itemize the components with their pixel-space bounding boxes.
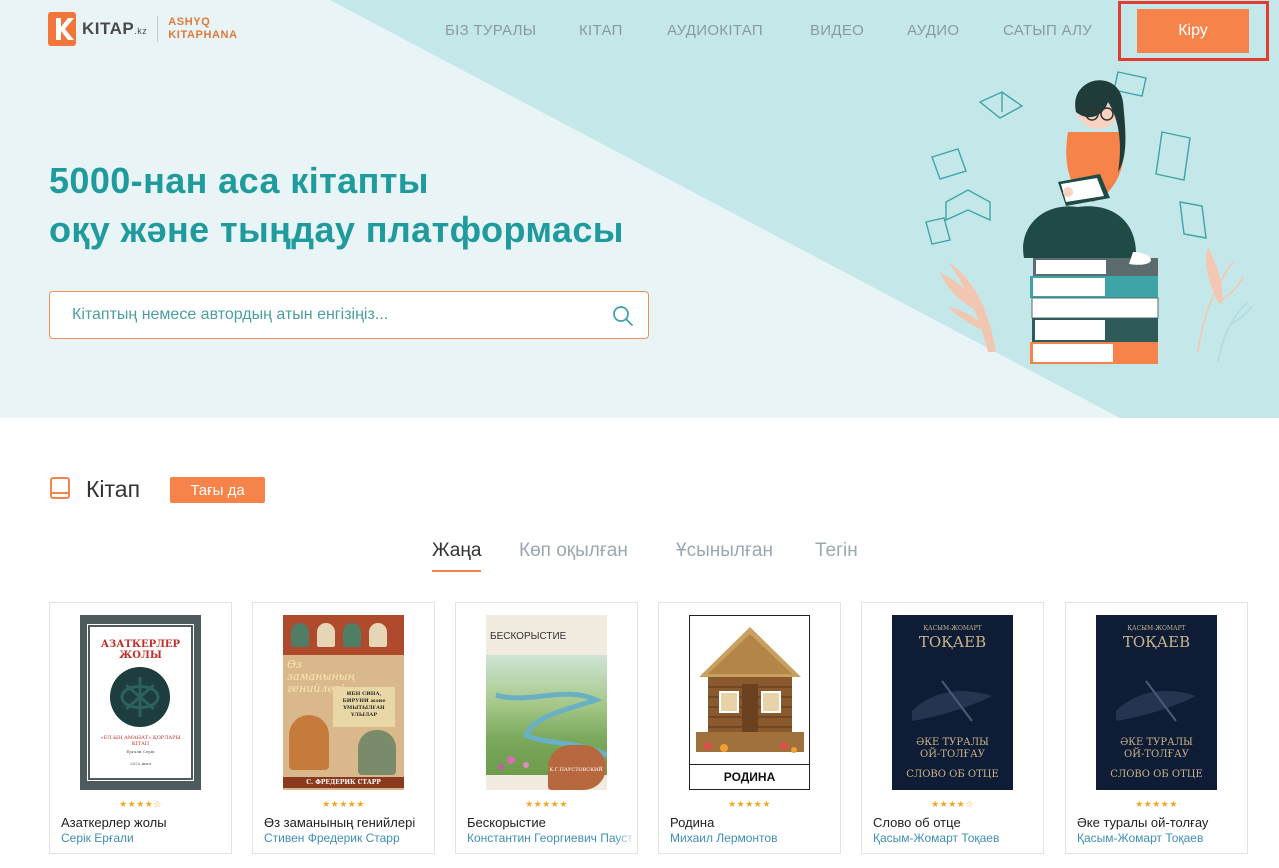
tab-free[interactable]: Тегін xyxy=(815,540,858,570)
nav-books[interactable]: КІТАП xyxy=(579,22,623,39)
tab-most-read[interactable]: Көп оқылған xyxy=(519,540,628,570)
girl-reading-illustration xyxy=(925,71,1253,364)
book-author[interactable]: Қасым-Жомарт Тоқаев xyxy=(873,831,1039,845)
book-author[interactable]: Михаил Лермонтов xyxy=(670,831,836,845)
search-bar xyxy=(49,291,649,339)
rating-stars: ★★★★★ xyxy=(322,799,365,809)
book-author[interactable]: Константин Георгиевич Паустовский xyxy=(467,831,633,845)
book-card[interactable]: Өз заманының генийлері ИБН СИНА, БИРУНИ … xyxy=(252,602,435,854)
search-input[interactable] xyxy=(72,292,602,338)
book-author[interactable]: Серік Ерғали xyxy=(61,831,227,845)
book-card[interactable]: АЗАТКЕРЛЕР ЖОЛЫ «ЕЛ-ЫҢ АМАНАТ» ҚОРЛАРЫ К… xyxy=(49,602,232,854)
book-card[interactable]: БЕСКОРЫСТИЕ К.Г.ПАУСТОВСКИЙ ★★★★★ Бескор… xyxy=(455,602,638,854)
book-card[interactable]: ҚАСЫМ-ЖОМАРТ ТОҚАЕВ ӘКЕ ТУРАЛЫ ОЙ-ТОЛҒАУ… xyxy=(861,602,1044,854)
book-cover[interactable]: Өз заманының генийлері ИБН СИНА, БИРУНИ … xyxy=(283,615,404,790)
book-author[interactable]: Қасым-Жомарт Тоқаев xyxy=(1077,831,1243,845)
ornament-emblem-icon xyxy=(110,667,170,727)
section-title: Кітап xyxy=(86,476,141,502)
nav-audio[interactable]: АУДИО xyxy=(907,22,959,39)
nav-buy[interactable]: САТЫП АЛУ xyxy=(1003,22,1092,39)
writing-hand-image xyxy=(912,680,992,722)
book-card[interactable]: РОДИНА ★★★★★ Родина Михаил Лермонтов xyxy=(658,602,841,854)
book-title[interactable]: Бескорыстие xyxy=(467,815,633,830)
book-cover[interactable]: БЕСКОРЫСТИЕ К.Г.ПАУСТОВСКИЙ xyxy=(486,615,607,790)
main-nav: БІЗ ТУРАЛЫ КІТАП АУДИОКІТАП ВИДЕО АУДИО … xyxy=(0,22,1279,42)
book-cover[interactable]: РОДИНА xyxy=(689,615,810,790)
nav-video[interactable]: ВИДЕО xyxy=(810,22,864,39)
book-cover[interactable]: ҚАСЫМ-ЖОМАРТ ТОҚАЕВ ӘКЕ ТУРАЛЫ ОЙ-ТОЛҒАУ… xyxy=(1096,615,1217,790)
book-cover[interactable]: АЗАТКЕРЛЕР ЖОЛЫ «ЕЛ-ЫҢ АМАНАТ» ҚОРЛАРЫ К… xyxy=(80,615,201,790)
hero-title: 5000-нан аса кітапты оқу және тыңдау пла… xyxy=(49,160,624,250)
rating-stars: ★★★★★ xyxy=(525,799,568,809)
rating-stars: ★★★★★ xyxy=(728,799,771,809)
book-author[interactable]: Стивен Фредерик Старр xyxy=(264,831,430,845)
nav-audiobooks[interactable]: АУДИОКІТАП xyxy=(667,22,763,39)
book-icon xyxy=(50,477,70,499)
book-title[interactable]: Әке туралы ой-толғау xyxy=(1077,815,1243,830)
login-button[interactable]: Кіру xyxy=(1137,9,1249,53)
book-title[interactable]: Слово об отце xyxy=(873,815,1039,830)
tab-recommended[interactable]: Ұсынылған xyxy=(676,540,773,570)
more-button[interactable]: Тағы да xyxy=(170,477,265,503)
writing-hand-image xyxy=(1116,680,1196,722)
rating-stars: ★★★★☆ xyxy=(119,799,162,809)
rating-stars: ★★★★★ xyxy=(1135,799,1178,809)
book-cover[interactable]: ҚАСЫМ-ЖОМАРТ ТОҚАЕВ ӘКЕ ТУРАЛЫ ОЙ-ТОЛҒАУ… xyxy=(892,615,1013,790)
tab-new[interactable]: Жаңа xyxy=(432,540,482,572)
rating-stars: ★★★★☆ xyxy=(931,799,974,809)
book-title[interactable]: Родина xyxy=(670,815,836,830)
book-card[interactable]: ҚАСЫМ-ЖОМАРТ ТОҚАЕВ ӘКЕ ТУРАЛЫ ОЙ-ТОЛҒАУ… xyxy=(1065,602,1248,854)
wooden-house-image xyxy=(696,627,804,753)
nav-about[interactable]: БІЗ ТУРАЛЫ xyxy=(445,22,536,39)
book-title[interactable]: Азаткерлер жолы xyxy=(61,815,227,830)
book-title[interactable]: Өз заманының генийлері xyxy=(264,815,430,830)
search-icon[interactable] xyxy=(612,305,634,327)
